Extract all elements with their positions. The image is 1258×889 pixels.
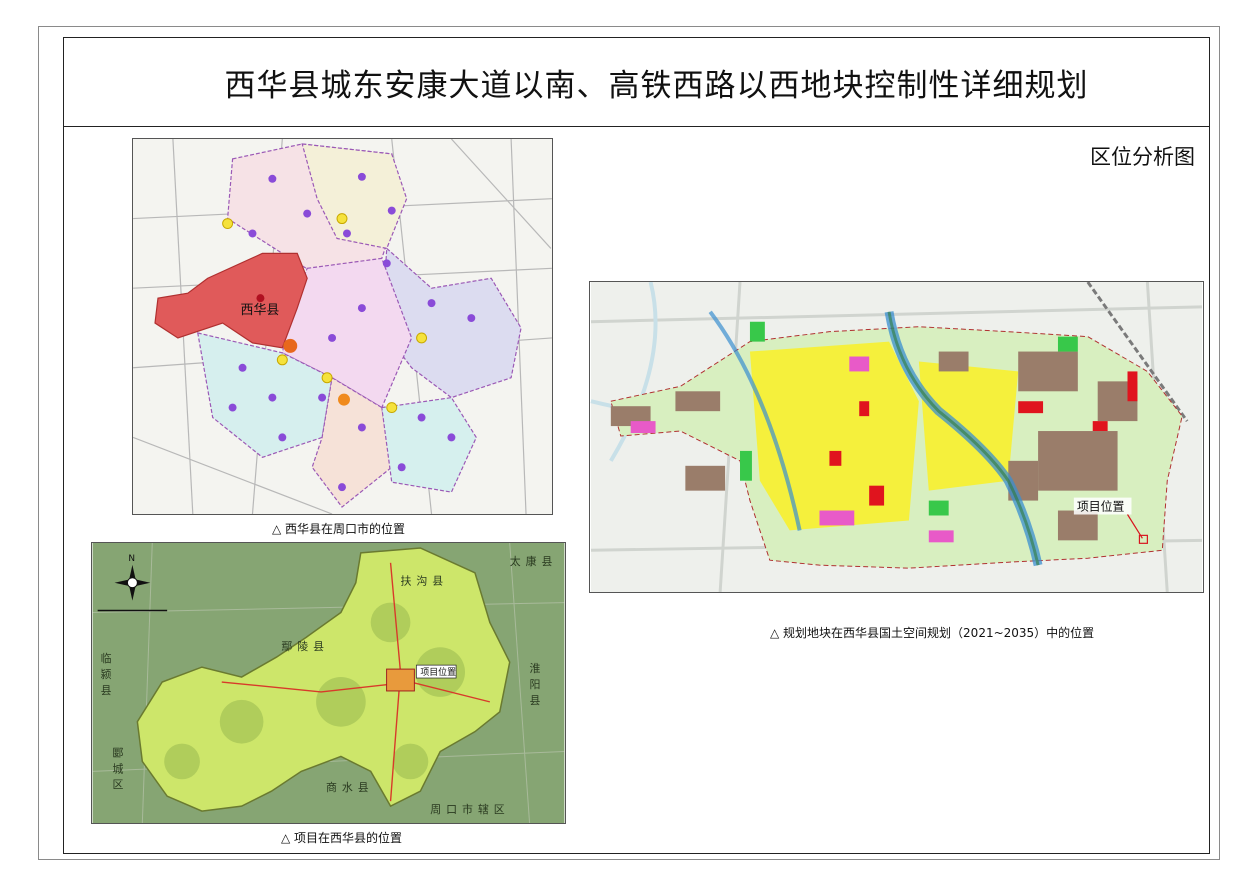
neighbor-char: 颍 [101, 668, 112, 681]
neighbor-char: 县 [358, 781, 369, 794]
zhoukou-location-map: 西华县 [132, 138, 553, 515]
north-label: N [128, 554, 135, 564]
neighbor-char: 辖 [478, 802, 489, 816]
neighbor-char: 县 [101, 684, 112, 697]
title-bar: 西华县城东安康大道以南、高铁西路以西地块控制性详细规划 [64, 38, 1209, 127]
neighbor-char: 康 [526, 554, 537, 568]
neighbor-char: 水 [342, 781, 353, 794]
zhoukou-map-caption: △ 西华县在周口市的位置 [272, 522, 406, 536]
neighbor-char: 市 [462, 802, 473, 816]
drawing-title: 西华县城东安康大道以南、高铁西路以西地块控制性详细规划 [224, 67, 1089, 104]
neighbor-char: 沟 [416, 575, 427, 588]
xihua-county-label: 西华县 [241, 303, 280, 318]
neighbor-char: 陵 [297, 640, 308, 653]
xihua-location-map: 项目位置 N 扶 沟 县 鄢 陵 县 淮 阳 县 商 水 县 郾 城 区 周 口… [91, 542, 566, 824]
neighbor-char: 临 [101, 651, 112, 665]
xihua-map-graphic: 项目位置 N 扶 沟 县 鄢 陵 县 淮 阳 县 商 水 县 郾 城 区 周 口… [92, 543, 565, 823]
sheet-name: 区位分析图 [1090, 145, 1195, 169]
landuse-site-label: 项目位置 [1077, 500, 1125, 514]
neighbor-char: 鄢 [281, 640, 292, 653]
neighbor-char: 郾 [113, 746, 124, 759]
neighbor-char: 区 [494, 803, 505, 816]
neighbor-char: 县 [313, 640, 324, 653]
xihua-map-caption: △ 项目在西华县的位置 [281, 831, 403, 845]
neighbor-char: 扶 [400, 574, 411, 588]
zhoukou-map-graphic: 西华县 [133, 139, 552, 514]
neighbor-char: 周 [430, 803, 441, 816]
neighbor-char: 县 [432, 575, 443, 588]
landuse-map-graphic: 项目位置 [590, 282, 1203, 592]
xihua-site-label: 项目位置 [420, 666, 456, 678]
landuse-map-caption: △ 规划地块在西华县国土空间规划（2021~2035）中的位置 [770, 626, 1095, 640]
neighbor-char: 区 [113, 778, 124, 791]
landuse-plan-map: 项目位置 [589, 281, 1204, 593]
neighbor-char: 县 [530, 694, 541, 707]
neighbor-char: 城 [113, 762, 124, 775]
neighbor-char: 口 [446, 803, 457, 816]
neighbor-char: 淮 [530, 662, 541, 675]
neighbor-char: 商 [326, 780, 337, 794]
neighbor-char: 太 [510, 555, 521, 568]
neighbor-char: 县 [541, 555, 552, 568]
neighbor-char: 阳 [530, 678, 541, 691]
